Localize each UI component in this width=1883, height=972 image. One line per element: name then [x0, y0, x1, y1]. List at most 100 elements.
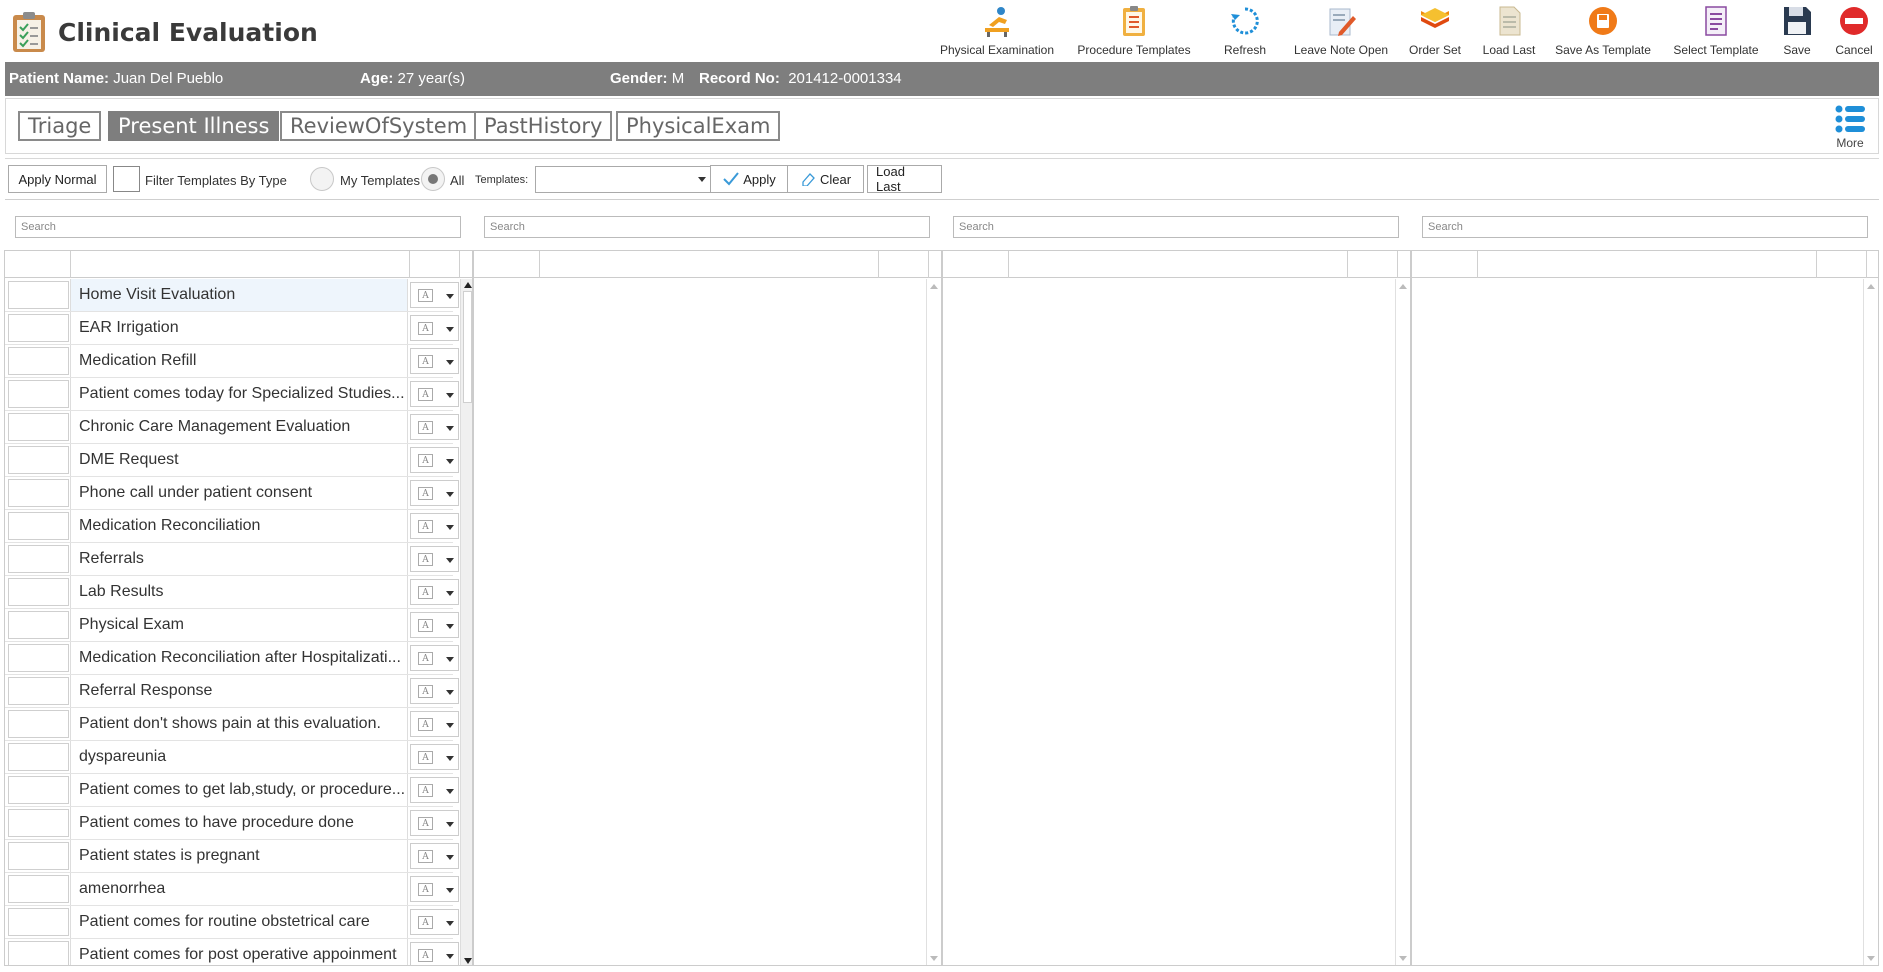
template-row[interactable]: Phone call under patient consent A: [5, 477, 459, 510]
panel-2-scrollbar[interactable]: [926, 279, 940, 965]
template-name[interactable]: EAR Irrigation: [70, 312, 408, 344]
scroll-up-arrow-icon[interactable]: [1399, 284, 1407, 289]
text-options-dropdown[interactable]: A: [410, 909, 459, 935]
template-name[interactable]: Patient states is pregnant: [70, 840, 408, 872]
template-name[interactable]: Home Visit Evaluation: [70, 279, 408, 311]
order-set-button[interactable]: Order Set: [1395, 0, 1475, 62]
template-name[interactable]: Patient comes to have procedure done: [70, 807, 408, 839]
scroll-down-arrow-icon[interactable]: [464, 958, 472, 964]
template-name[interactable]: DME Request: [70, 444, 408, 476]
search-input-2[interactable]: [484, 216, 930, 238]
template-row[interactable]: Lab Results A: [5, 576, 459, 609]
filter-by-type-checkbox[interactable]: [113, 166, 140, 192]
row-checkbox[interactable]: [8, 281, 69, 309]
load-last-button[interactable]: Load Last: [867, 164, 942, 194]
template-row[interactable]: Referral Response A: [5, 675, 459, 708]
row-checkbox[interactable]: [8, 578, 69, 606]
text-options-dropdown[interactable]: A: [410, 744, 459, 770]
text-options-dropdown[interactable]: A: [410, 612, 459, 638]
row-checkbox[interactable]: [8, 314, 69, 342]
text-options-dropdown[interactable]: A: [410, 546, 459, 572]
row-checkbox[interactable]: [8, 644, 69, 672]
template-name[interactable]: Medication Refill: [70, 345, 408, 377]
text-options-dropdown[interactable]: A: [410, 282, 459, 308]
template-name[interactable]: Patient comes to get lab,study, or proce…: [70, 774, 408, 806]
template-row[interactable]: Medication Reconciliation after Hospital…: [5, 642, 459, 675]
template-name[interactable]: Physical Exam: [70, 609, 408, 641]
tab-review-of-system[interactable]: ReviewOfSystem: [280, 111, 478, 141]
row-checkbox[interactable]: [8, 446, 69, 474]
text-options-dropdown[interactable]: A: [410, 447, 459, 473]
scroll-down-arrow-icon[interactable]: [930, 956, 938, 961]
text-options-dropdown[interactable]: A: [410, 579, 459, 605]
templates-select[interactable]: [535, 166, 712, 193]
select-template-button[interactable]: Select Template: [1663, 0, 1769, 62]
row-checkbox[interactable]: [8, 380, 69, 408]
row-checkbox[interactable]: [8, 941, 69, 965]
template-name[interactable]: Phone call under patient consent: [70, 477, 408, 509]
row-checkbox[interactable]: [8, 875, 69, 903]
text-options-dropdown[interactable]: A: [410, 348, 459, 374]
template-row[interactable]: Patient comes for post operative appoinm…: [5, 939, 459, 965]
template-row[interactable]: dyspareunia A: [5, 741, 459, 774]
scroll-up-arrow-icon[interactable]: [464, 282, 472, 288]
row-checkbox[interactable]: [8, 776, 69, 804]
template-row[interactable]: Patient comes to have procedure done A: [5, 807, 459, 840]
row-checkbox[interactable]: [8, 743, 69, 771]
text-options-dropdown[interactable]: A: [410, 381, 459, 407]
all-radio[interactable]: [421, 167, 445, 191]
template-row[interactable]: Home Visit Evaluation A: [5, 279, 459, 312]
search-input-3[interactable]: [953, 216, 1399, 238]
apply-button[interactable]: Apply: [710, 165, 789, 193]
text-options-dropdown[interactable]: A: [410, 876, 459, 902]
scroll-down-arrow-icon[interactable]: [1399, 956, 1407, 961]
template-row[interactable]: Chronic Care Management Evaluation A: [5, 411, 459, 444]
row-checkbox[interactable]: [8, 611, 69, 639]
text-options-dropdown[interactable]: A: [410, 645, 459, 671]
template-name[interactable]: Chronic Care Management Evaluation: [70, 411, 408, 443]
row-checkbox[interactable]: [8, 677, 69, 705]
template-name[interactable]: Lab Results: [70, 576, 408, 608]
template-name[interactable]: Patient comes for routine obstetrical ca…: [70, 906, 408, 938]
text-options-dropdown[interactable]: A: [410, 942, 459, 965]
text-options-dropdown[interactable]: A: [410, 513, 459, 539]
cancel-button[interactable]: Cancel: [1825, 0, 1883, 62]
tab-physical-exam[interactable]: PhysicalExam: [616, 111, 781, 141]
template-row[interactable]: Patient comes today for Specialized Stud…: [5, 378, 459, 411]
scroll-down-arrow-icon[interactable]: [1867, 956, 1875, 961]
panel-4-scrollbar[interactable]: [1863, 279, 1877, 965]
save-button[interactable]: Save: [1769, 0, 1825, 62]
scrollbar-thumb[interactable]: [463, 291, 472, 403]
row-checkbox[interactable]: [8, 413, 69, 441]
text-options-dropdown[interactable]: A: [410, 777, 459, 803]
template-name[interactable]: Referral Response: [70, 675, 408, 707]
leave-note-open-button[interactable]: Leave Note Open: [1287, 0, 1395, 62]
template-row[interactable]: EAR Irrigation A: [5, 312, 459, 345]
refresh-button[interactable]: Refresh: [1203, 0, 1287, 62]
row-checkbox[interactable]: [8, 512, 69, 540]
text-options-dropdown[interactable]: A: [410, 711, 459, 737]
template-row[interactable]: Medication Reconciliation A: [5, 510, 459, 543]
panel-3-scrollbar[interactable]: [1395, 279, 1409, 965]
my-templates-radio[interactable]: [310, 167, 334, 191]
template-row[interactable]: Patient states is pregnant A: [5, 840, 459, 873]
template-row[interactable]: Patient don't shows pain at this evaluat…: [5, 708, 459, 741]
text-options-dropdown[interactable]: A: [410, 810, 459, 836]
template-row[interactable]: amenorrhea A: [5, 873, 459, 906]
row-checkbox[interactable]: [8, 347, 69, 375]
template-name[interactable]: amenorrhea: [70, 873, 408, 905]
template-name[interactable]: Patient don't shows pain at this evaluat…: [70, 708, 408, 740]
template-name[interactable]: Patient comes today for Specialized Stud…: [70, 378, 408, 410]
text-options-dropdown[interactable]: A: [410, 414, 459, 440]
row-checkbox[interactable]: [8, 479, 69, 507]
text-options-dropdown[interactable]: A: [410, 678, 459, 704]
template-name[interactable]: Medication Reconciliation: [70, 510, 408, 542]
row-checkbox[interactable]: [8, 809, 69, 837]
apply-normal-button[interactable]: Apply Normal: [8, 165, 107, 193]
template-row[interactable]: Referrals A: [5, 543, 459, 576]
row-checkbox[interactable]: [8, 908, 69, 936]
row-checkbox[interactable]: [8, 545, 69, 573]
template-list-scrollbar[interactable]: [460, 279, 472, 965]
row-checkbox[interactable]: [8, 710, 69, 738]
text-options-dropdown[interactable]: A: [410, 480, 459, 506]
